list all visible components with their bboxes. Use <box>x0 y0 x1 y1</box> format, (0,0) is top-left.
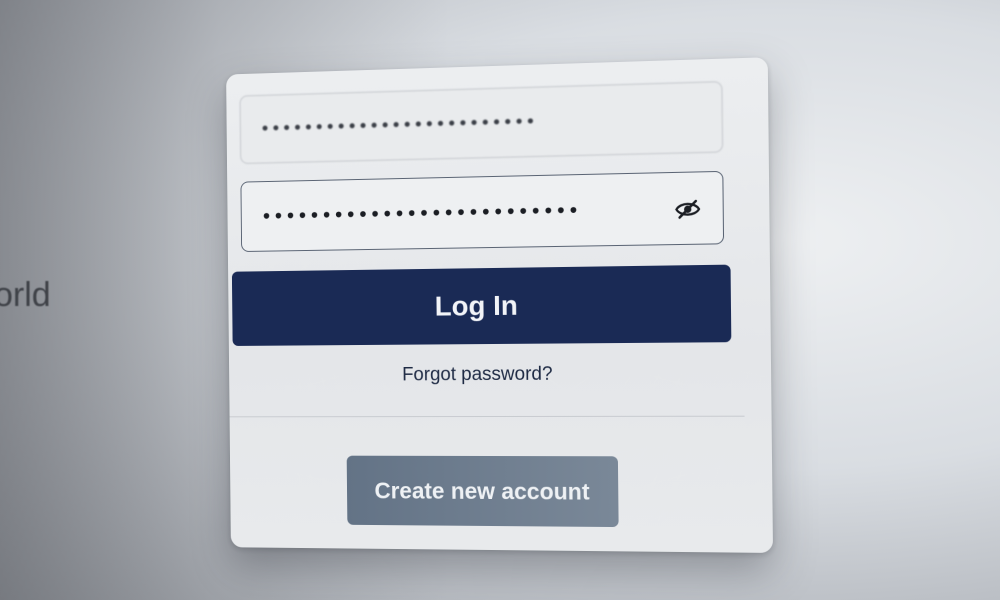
email-field[interactable]: ••••••••••••••••••••••••• <box>239 81 724 165</box>
login-card-container: ••••••••••••••••••••••••• ••••••••••••••… <box>200 57 800 560</box>
password-field-value: •••••••••••••••••••••••••• <box>260 198 581 229</box>
divider <box>229 415 745 418</box>
email-field-value: ••••••••••••••••••••••••• <box>259 111 537 140</box>
password-field[interactable]: •••••••••••••••••••••••••• <box>240 170 725 253</box>
login-button[interactable]: Log In <box>231 264 732 346</box>
eye-slash-icon[interactable] <box>673 195 702 224</box>
background-text: orld <box>0 276 51 314</box>
create-account-button[interactable]: Create new account <box>346 455 619 528</box>
login-card: ••••••••••••••••••••••••• ••••••••••••••… <box>226 57 774 553</box>
forgot-password-link[interactable]: Forgot password? <box>229 363 736 387</box>
